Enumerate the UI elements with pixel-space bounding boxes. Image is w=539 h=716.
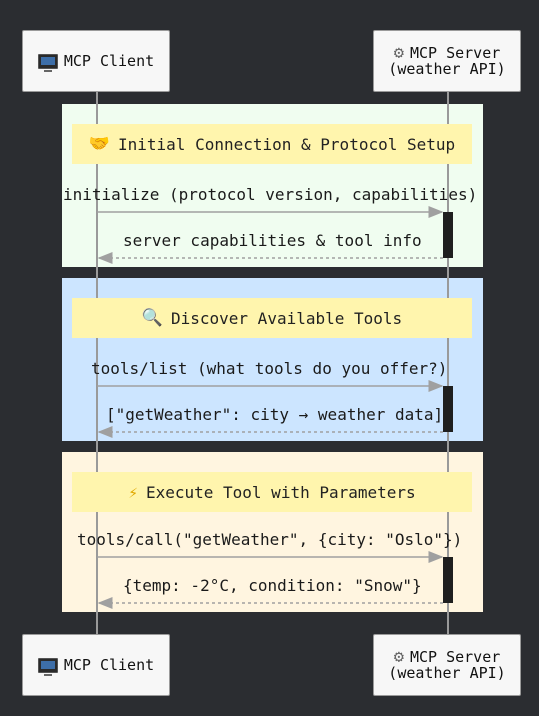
monitor-icon	[37, 657, 58, 676]
message-arrows	[97, 206, 444, 609]
gear-icon: ⚙	[393, 43, 404, 63]
actor-server-label-line1: MCP Server	[409, 44, 501, 62]
actor-client-label: MCP Client	[63, 52, 155, 70]
actor-client-label: MCP Client	[63, 656, 155, 674]
actor-server-label-line1: MCP Server	[409, 648, 501, 666]
gear-icon: ⚙	[393, 647, 404, 667]
actor-client-bottom: MCP Client	[22, 634, 170, 696]
actor-client-top: MCP Client	[22, 30, 170, 92]
actor-server-top: ⚙ MCP Server (weather API)	[373, 30, 521, 92]
monitor-icon	[37, 53, 58, 72]
actor-server-label-line2: (weather API)	[388, 60, 506, 78]
actor-server-bottom: ⚙ MCP Server (weather API)	[373, 634, 521, 696]
actor-server-label-line2: (weather API)	[388, 664, 506, 682]
